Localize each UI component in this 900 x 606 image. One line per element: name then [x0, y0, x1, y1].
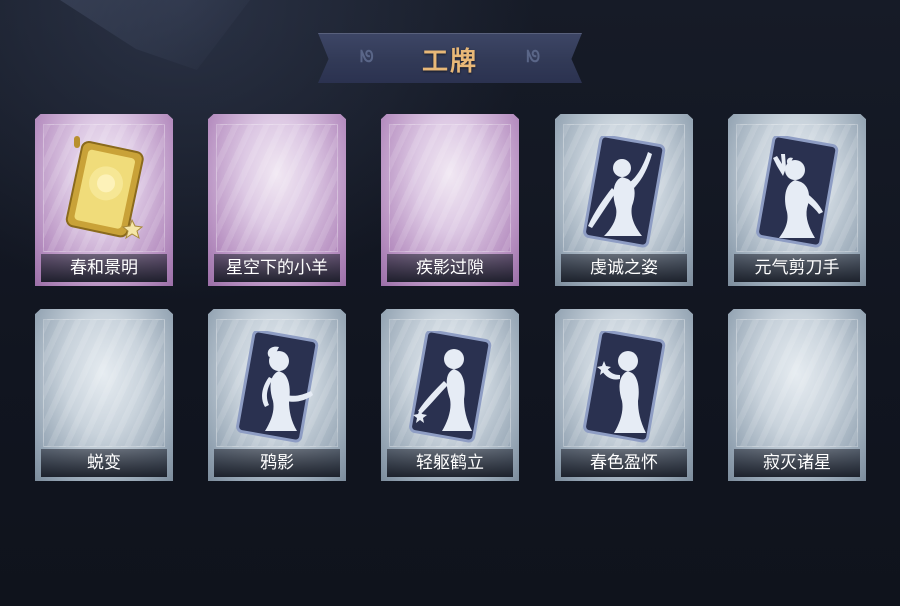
badge-name: 星空下的小羊: [214, 254, 340, 282]
badge-name: 疾影过隙: [387, 254, 513, 282]
badge-card[interactable]: 春和景明: [35, 114, 173, 286]
card-art-area: [43, 319, 165, 447]
pose-silhouette-icon: [756, 136, 839, 248]
gold-badge-icon: [65, 136, 144, 240]
pose-silhouette-icon: [583, 136, 666, 248]
pose-silhouette-icon: [583, 331, 666, 443]
badge-card[interactable]: 轻躯鹤立: [381, 309, 519, 481]
card-art-area: [216, 124, 338, 252]
card-art-area: [389, 124, 511, 252]
badge-collection-screen: ᘚ ᘚ 工牌 春和景明 星空下的小羊 疾影过隙 虔诚之姿 元气剪刀手 蜕变 鸦影…: [0, 0, 900, 606]
badge-card[interactable]: 寂灭诸星: [728, 309, 866, 481]
badge-card[interactable]: 鸦影: [208, 309, 346, 481]
title-banner: ᘚ ᘚ 工牌: [318, 33, 582, 83]
badge-card[interactable]: 春色盈怀: [555, 309, 693, 481]
card-art-area: [736, 319, 858, 447]
pose-silhouette-icon: [236, 331, 319, 443]
badge-name: 元气剪刀手: [734, 254, 860, 282]
badge-card[interactable]: 虔诚之姿: [555, 114, 693, 286]
page-title: 工牌: [421, 47, 478, 77]
badge-name: 春色盈怀: [561, 449, 687, 477]
badge-name: 蜕变: [41, 449, 167, 477]
badge-name: 鸦影: [214, 449, 340, 477]
badge-card[interactable]: 元气剪刀手: [728, 114, 866, 286]
badge-name: 寂灭诸星: [734, 449, 860, 477]
badge-name: 轻躯鹤立: [387, 449, 513, 477]
badge-name: 虔诚之姿: [561, 254, 687, 282]
badge-card[interactable]: 疾影过隙: [381, 114, 519, 286]
badge-name: 春和景明: [41, 254, 167, 282]
pose-silhouette-icon: [409, 331, 492, 443]
corner-decoration: [60, 0, 250, 70]
badge-card[interactable]: 星空下的小羊: [208, 114, 346, 286]
badge-card[interactable]: 蜕变: [35, 309, 173, 481]
